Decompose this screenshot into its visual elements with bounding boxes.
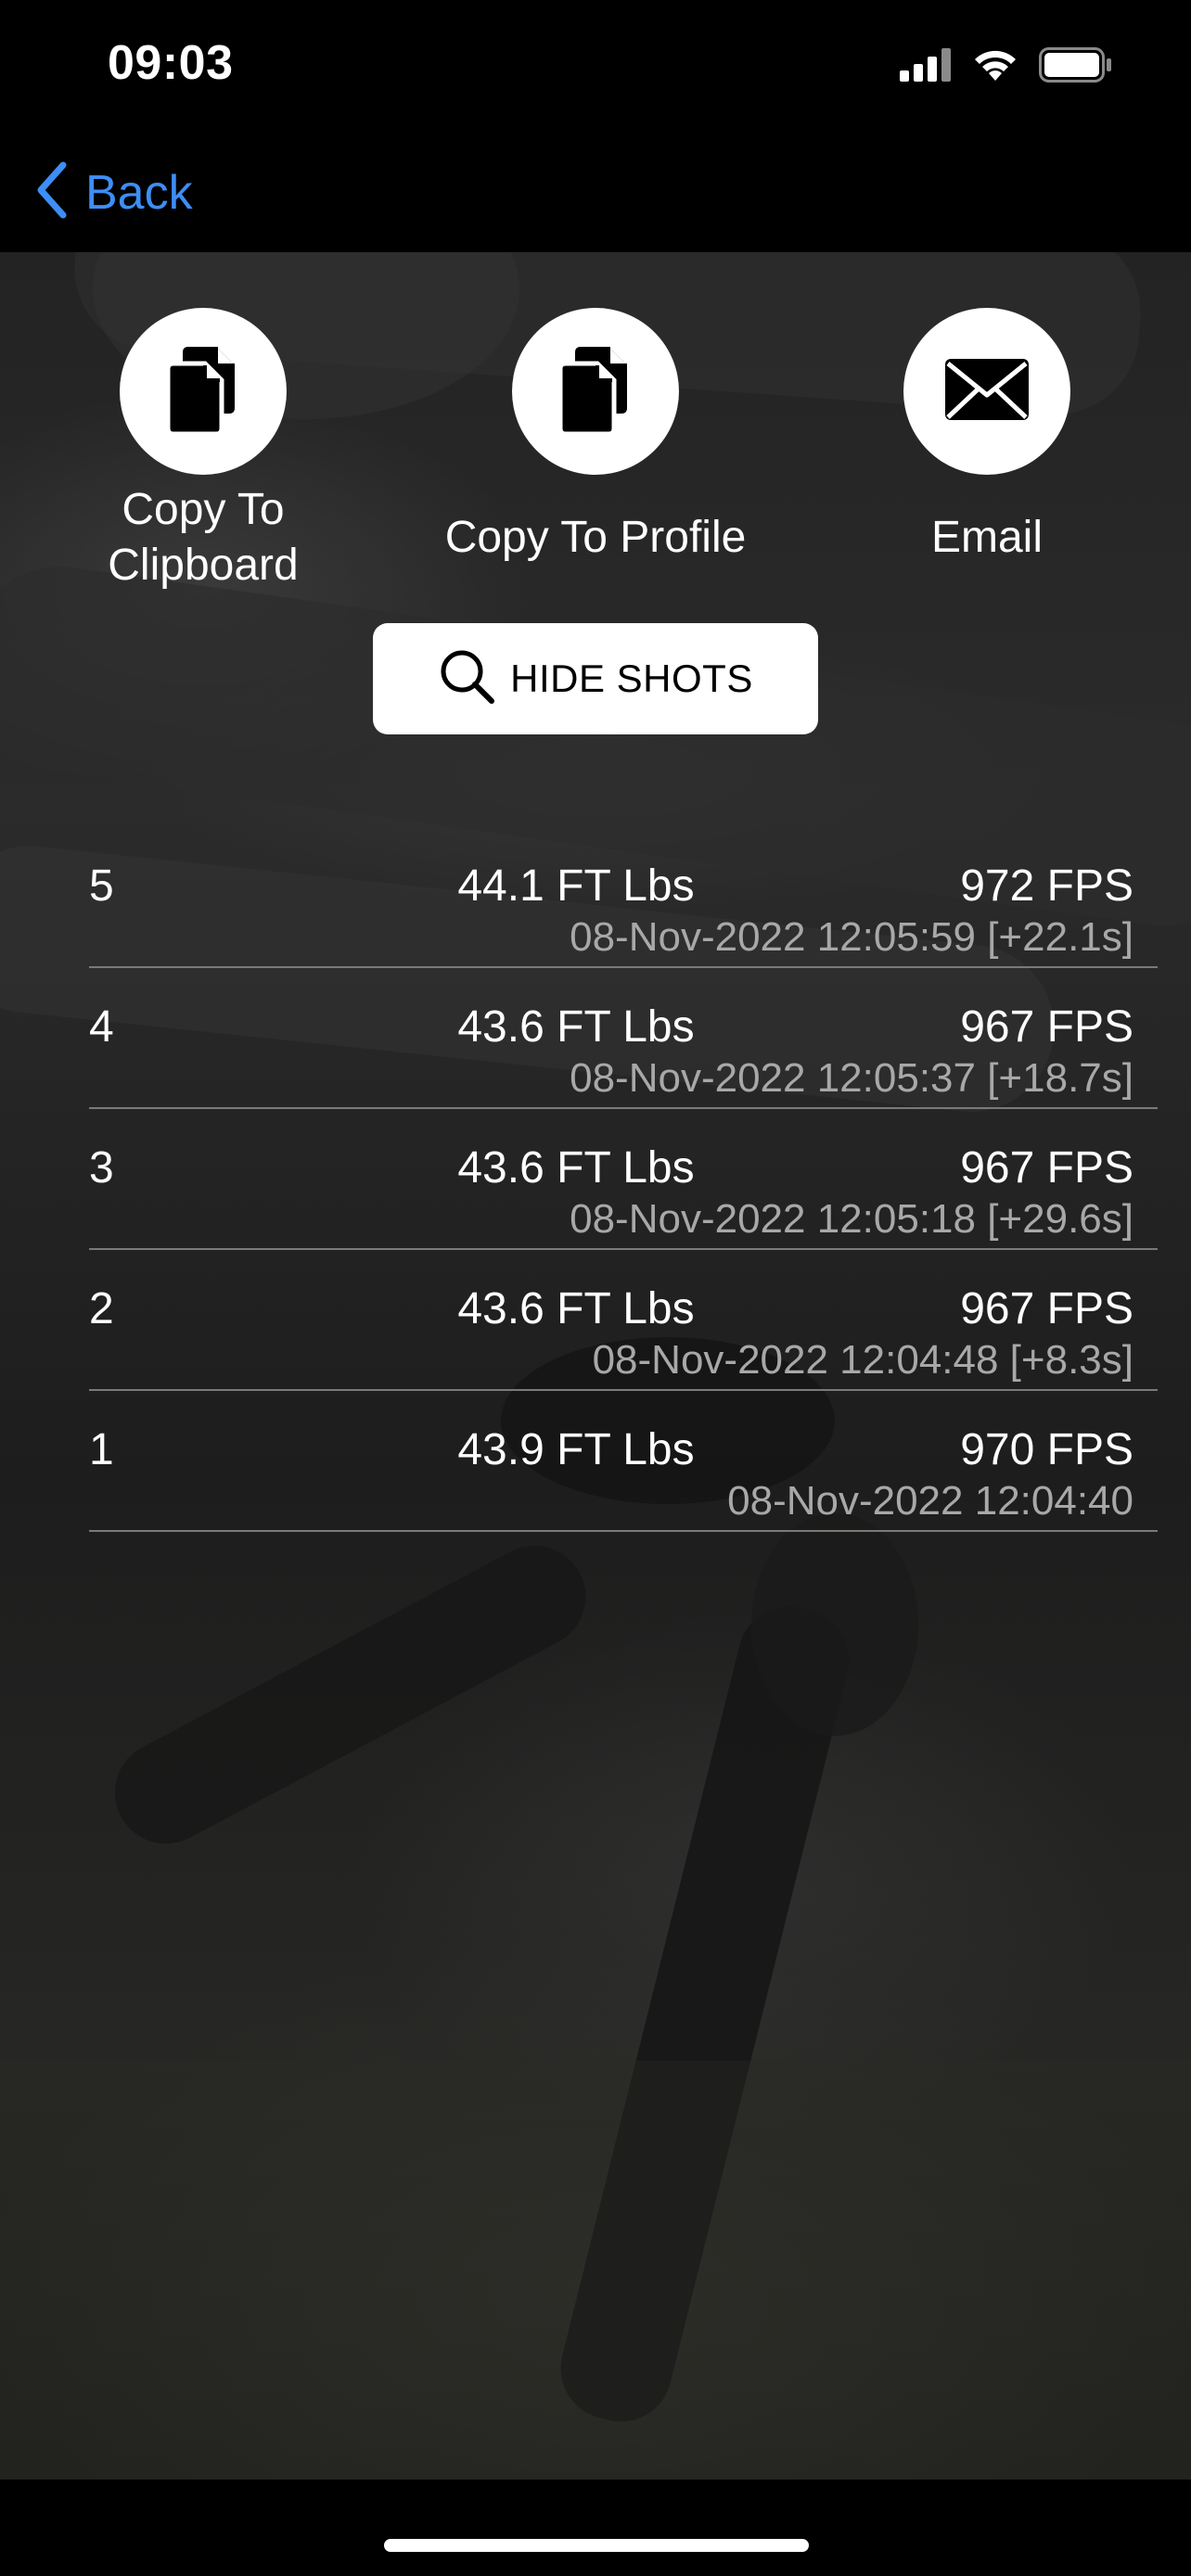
shot-results-screen: Copy To Clipboard Copy To Profile Email … <box>0 252 1191 2480</box>
shot-energy: 43.6 FT Lbs <box>457 1284 695 1333</box>
shot-number: 5 <box>89 861 114 911</box>
battery-icon <box>1039 46 1113 87</box>
shot-number: 1 <box>89 1425 114 1474</box>
email-circle[interactable] <box>903 308 1070 475</box>
shot-timestamp: 08-Nov-2022 12:04:40 <box>727 1478 1133 1524</box>
search-icon <box>438 647 497 711</box>
shot-row[interactable]: 3 43.6 FT Lbs 967 FPS 08-Nov-2022 12:05:… <box>89 1111 1158 1250</box>
copy-to-clipboard-label: Copy To Clipboard <box>64 482 342 593</box>
copy-document-icon <box>557 343 634 440</box>
shot-number: 3 <box>89 1143 114 1192</box>
shot-fps: 967 FPS <box>960 1284 1133 1333</box>
shot-timestamp: 08-Nov-2022 12:05:18 [+29.6s] <box>570 1196 1133 1242</box>
copy-document-icon <box>164 343 242 440</box>
shot-energy: 44.1 FT Lbs <box>457 861 695 911</box>
status-icons <box>900 46 1113 87</box>
shot-row[interactable]: 2 43.6 FT Lbs 967 FPS 08-Nov-2022 12:04:… <box>89 1252 1158 1391</box>
copy-to-clipboard-circle[interactable] <box>120 308 287 475</box>
wifi-icon <box>972 47 1018 87</box>
email-button[interactable]: Email <box>848 308 1126 566</box>
shot-row[interactable]: 4 43.6 FT Lbs 967 FPS 08-Nov-2022 12:05:… <box>89 970 1158 1109</box>
shot-timestamp: 08-Nov-2022 12:05:37 [+18.7s] <box>570 1055 1133 1101</box>
shot-list: 5 44.1 FT Lbs 972 FPS 08-Nov-2022 12:05:… <box>89 829 1158 1534</box>
back-label: Back <box>85 165 193 220</box>
copy-to-clipboard-label-line1: Copy To <box>122 485 285 534</box>
copy-to-clipboard-label-line2: Clipboard <box>108 541 299 590</box>
shot-number: 2 <box>89 1284 114 1333</box>
status-bar: 09:03 <box>0 0 1191 139</box>
shot-energy: 43.6 FT Lbs <box>457 1002 695 1052</box>
home-indicator[interactable] <box>384 2539 809 2552</box>
envelope-icon <box>942 356 1031 427</box>
shot-row[interactable]: 1 43.9 FT Lbs 970 FPS 08-Nov-2022 12:04:… <box>89 1393 1158 1532</box>
cellular-signal-icon <box>900 47 952 86</box>
chevron-left-icon <box>33 159 70 225</box>
navigation-bar: Back <box>0 139 1191 252</box>
copy-to-clipboard-button[interactable]: Copy To Clipboard <box>64 308 342 593</box>
shot-fps: 970 FPS <box>960 1425 1133 1474</box>
shot-energy: 43.9 FT Lbs <box>457 1425 695 1474</box>
shot-fps: 967 FPS <box>960 1143 1133 1192</box>
shot-timestamp: 08-Nov-2022 12:05:59 [+22.1s] <box>570 914 1133 960</box>
status-time: 09:03 <box>108 36 234 90</box>
shot-fps: 972 FPS <box>960 861 1133 911</box>
copy-to-profile-label: Copy To Profile <box>444 513 747 562</box>
shot-energy: 43.6 FT Lbs <box>457 1143 695 1192</box>
copy-to-profile-circle[interactable] <box>512 308 679 475</box>
hide-shots-button[interactable]: HIDE SHOTS <box>373 623 818 734</box>
shot-fps: 967 FPS <box>960 1002 1133 1052</box>
back-button[interactable]: Back <box>33 159 193 225</box>
email-label: Email <box>930 513 1044 562</box>
shot-timestamp: 08-Nov-2022 12:04:48 [+8.3s] <box>592 1337 1133 1383</box>
shot-row[interactable]: 5 44.1 FT Lbs 972 FPS 08-Nov-2022 12:05:… <box>89 829 1158 968</box>
shot-number: 4 <box>89 1002 114 1052</box>
action-buttons: Copy To Clipboard Copy To Profile Email <box>0 308 1191 614</box>
hide-shots-label: HIDE SHOTS <box>510 657 753 700</box>
copy-to-profile-button[interactable]: Copy To Profile <box>445 308 746 566</box>
